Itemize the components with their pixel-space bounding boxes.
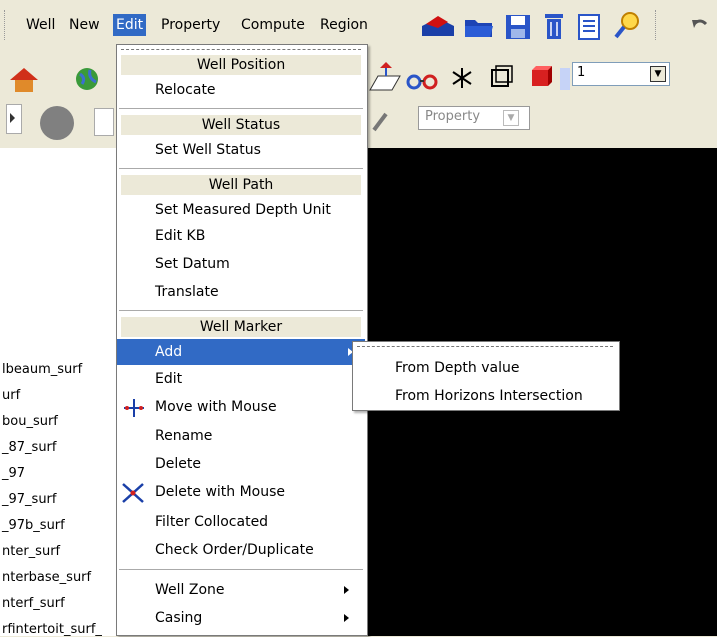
submenu-item-from-horizons-intersection[interactable]: From Horizons Intersection: [395, 388, 583, 404]
menu-item-add[interactable]: Add: [117, 339, 365, 365]
menu-item-translate[interactable]: Translate: [117, 279, 365, 305]
tree-item[interactable]: lbeaum_surf: [2, 362, 82, 377]
edit-menu: Well Position Relocate Well Status Set W…: [116, 44, 368, 636]
menu-separator: [119, 108, 363, 109]
tree-item[interactable]: bou_surf: [2, 414, 58, 429]
move-cross-icon: [124, 399, 144, 417]
chevron-right-icon: [10, 113, 15, 123]
add-submenu: From Depth value From Horizons Intersect…: [352, 341, 620, 411]
menu-item-edit-kb[interactable]: Edit KB: [117, 223, 365, 249]
section-header-well-status: Well Status: [121, 115, 361, 135]
circle-shape-icon[interactable]: [40, 106, 74, 140]
dropdown-toggle[interactable]: [560, 68, 570, 90]
menu-property[interactable]: Property: [158, 14, 223, 36]
tree-item[interactable]: _97: [2, 466, 25, 481]
menu-item-delete-with-mouse[interactable]: Delete with Mouse: [117, 479, 365, 505]
home-icon[interactable]: [6, 66, 46, 94]
toolbar-separator: [655, 10, 658, 40]
trash-icon[interactable]: [541, 10, 567, 42]
new-well-icon[interactable]: [418, 14, 458, 40]
menubar-grip[interactable]: [4, 10, 7, 40]
submenu-arrow-icon: [344, 586, 349, 594]
tree-item[interactable]: urf: [2, 388, 20, 403]
save-icon[interactable]: [503, 12, 533, 42]
glasses-icon[interactable]: [406, 64, 440, 94]
section-header-well-position: Well Position: [121, 55, 361, 75]
globe-icon[interactable]: [74, 66, 104, 96]
menu-item-rename[interactable]: Rename: [117, 423, 365, 449]
menu-compute[interactable]: Compute: [238, 14, 308, 36]
property-combo[interactable]: Property ▼: [418, 106, 530, 130]
submenu-item-from-depth-value[interactable]: From Depth value: [395, 360, 519, 376]
list-icon[interactable]: [576, 12, 604, 42]
asterisk-icon[interactable]: [450, 66, 474, 92]
menu-item-edit-marker[interactable]: Edit: [117, 366, 365, 392]
menu-item-well-zone[interactable]: Well Zone: [117, 577, 365, 603]
menu-item-filter-collocated[interactable]: Filter Collocated: [117, 509, 365, 535]
tree-item[interactable]: nterf_surf: [2, 596, 65, 611]
section-header-well-marker: Well Marker: [121, 317, 361, 337]
menu-separator: [119, 569, 363, 570]
tree-item[interactable]: _97b_surf: [2, 518, 65, 533]
tree-item[interactable]: nter_surf: [2, 544, 60, 559]
menu-item-check-order-duplicate[interactable]: Check Order/Duplicate: [117, 537, 365, 563]
tear-off-line[interactable]: [121, 49, 361, 50]
pin-icon[interactable]: [370, 108, 392, 136]
square-shape-icon[interactable]: [94, 108, 114, 136]
menu-bar: Well New Edit Property Compute Region: [0, 0, 717, 48]
menu-item-casing[interactable]: Casing: [117, 605, 365, 631]
search-icon[interactable]: [612, 10, 642, 42]
section-header-well-path: Well Path: [121, 175, 361, 195]
menu-item-set-well-status[interactable]: Set Well Status: [117, 137, 365, 163]
menu-item-set-datum[interactable]: Set Datum: [117, 251, 365, 277]
menu-separator: [119, 168, 363, 169]
menu-item-relocate[interactable]: Relocate: [117, 77, 365, 103]
tree-item[interactable]: nterbase_surf: [2, 570, 91, 585]
delete-cross-icon: [122, 483, 144, 503]
open-folder-icon[interactable]: [462, 14, 496, 40]
chevron-down-icon: ▼: [650, 66, 666, 82]
menu-new[interactable]: New: [66, 14, 103, 36]
solid-cube-icon[interactable]: [528, 64, 556, 92]
undo-icon[interactable]: [690, 14, 710, 38]
tear-off-line[interactable]: [357, 346, 613, 347]
tree-item[interactable]: _97_surf: [2, 492, 56, 507]
submenu-arrow-icon: [344, 614, 349, 622]
menu-item-move-with-mouse[interactable]: Move with Mouse: [117, 394, 365, 420]
collapse-toggle[interactable]: [6, 104, 22, 134]
menu-item-delete[interactable]: Delete: [117, 451, 365, 477]
menu-region[interactable]: Region: [317, 14, 371, 36]
tree-item[interactable]: _87_surf: [2, 440, 56, 455]
tree-item[interactable]: rfintertoit_surf_: [2, 622, 102, 637]
menu-separator: [119, 310, 363, 311]
box-icon[interactable]: [366, 60, 404, 94]
menu-item-set-measured-depth-unit[interactable]: Set Measured Depth Unit: [117, 197, 365, 223]
menu-well[interactable]: Well: [23, 14, 58, 36]
menu-edit[interactable]: Edit: [113, 14, 147, 36]
count-combo[interactable]: 1 ▼: [572, 62, 670, 86]
wireframe-cube-icon[interactable]: [488, 64, 516, 92]
chevron-down-icon: ▼: [503, 110, 519, 126]
